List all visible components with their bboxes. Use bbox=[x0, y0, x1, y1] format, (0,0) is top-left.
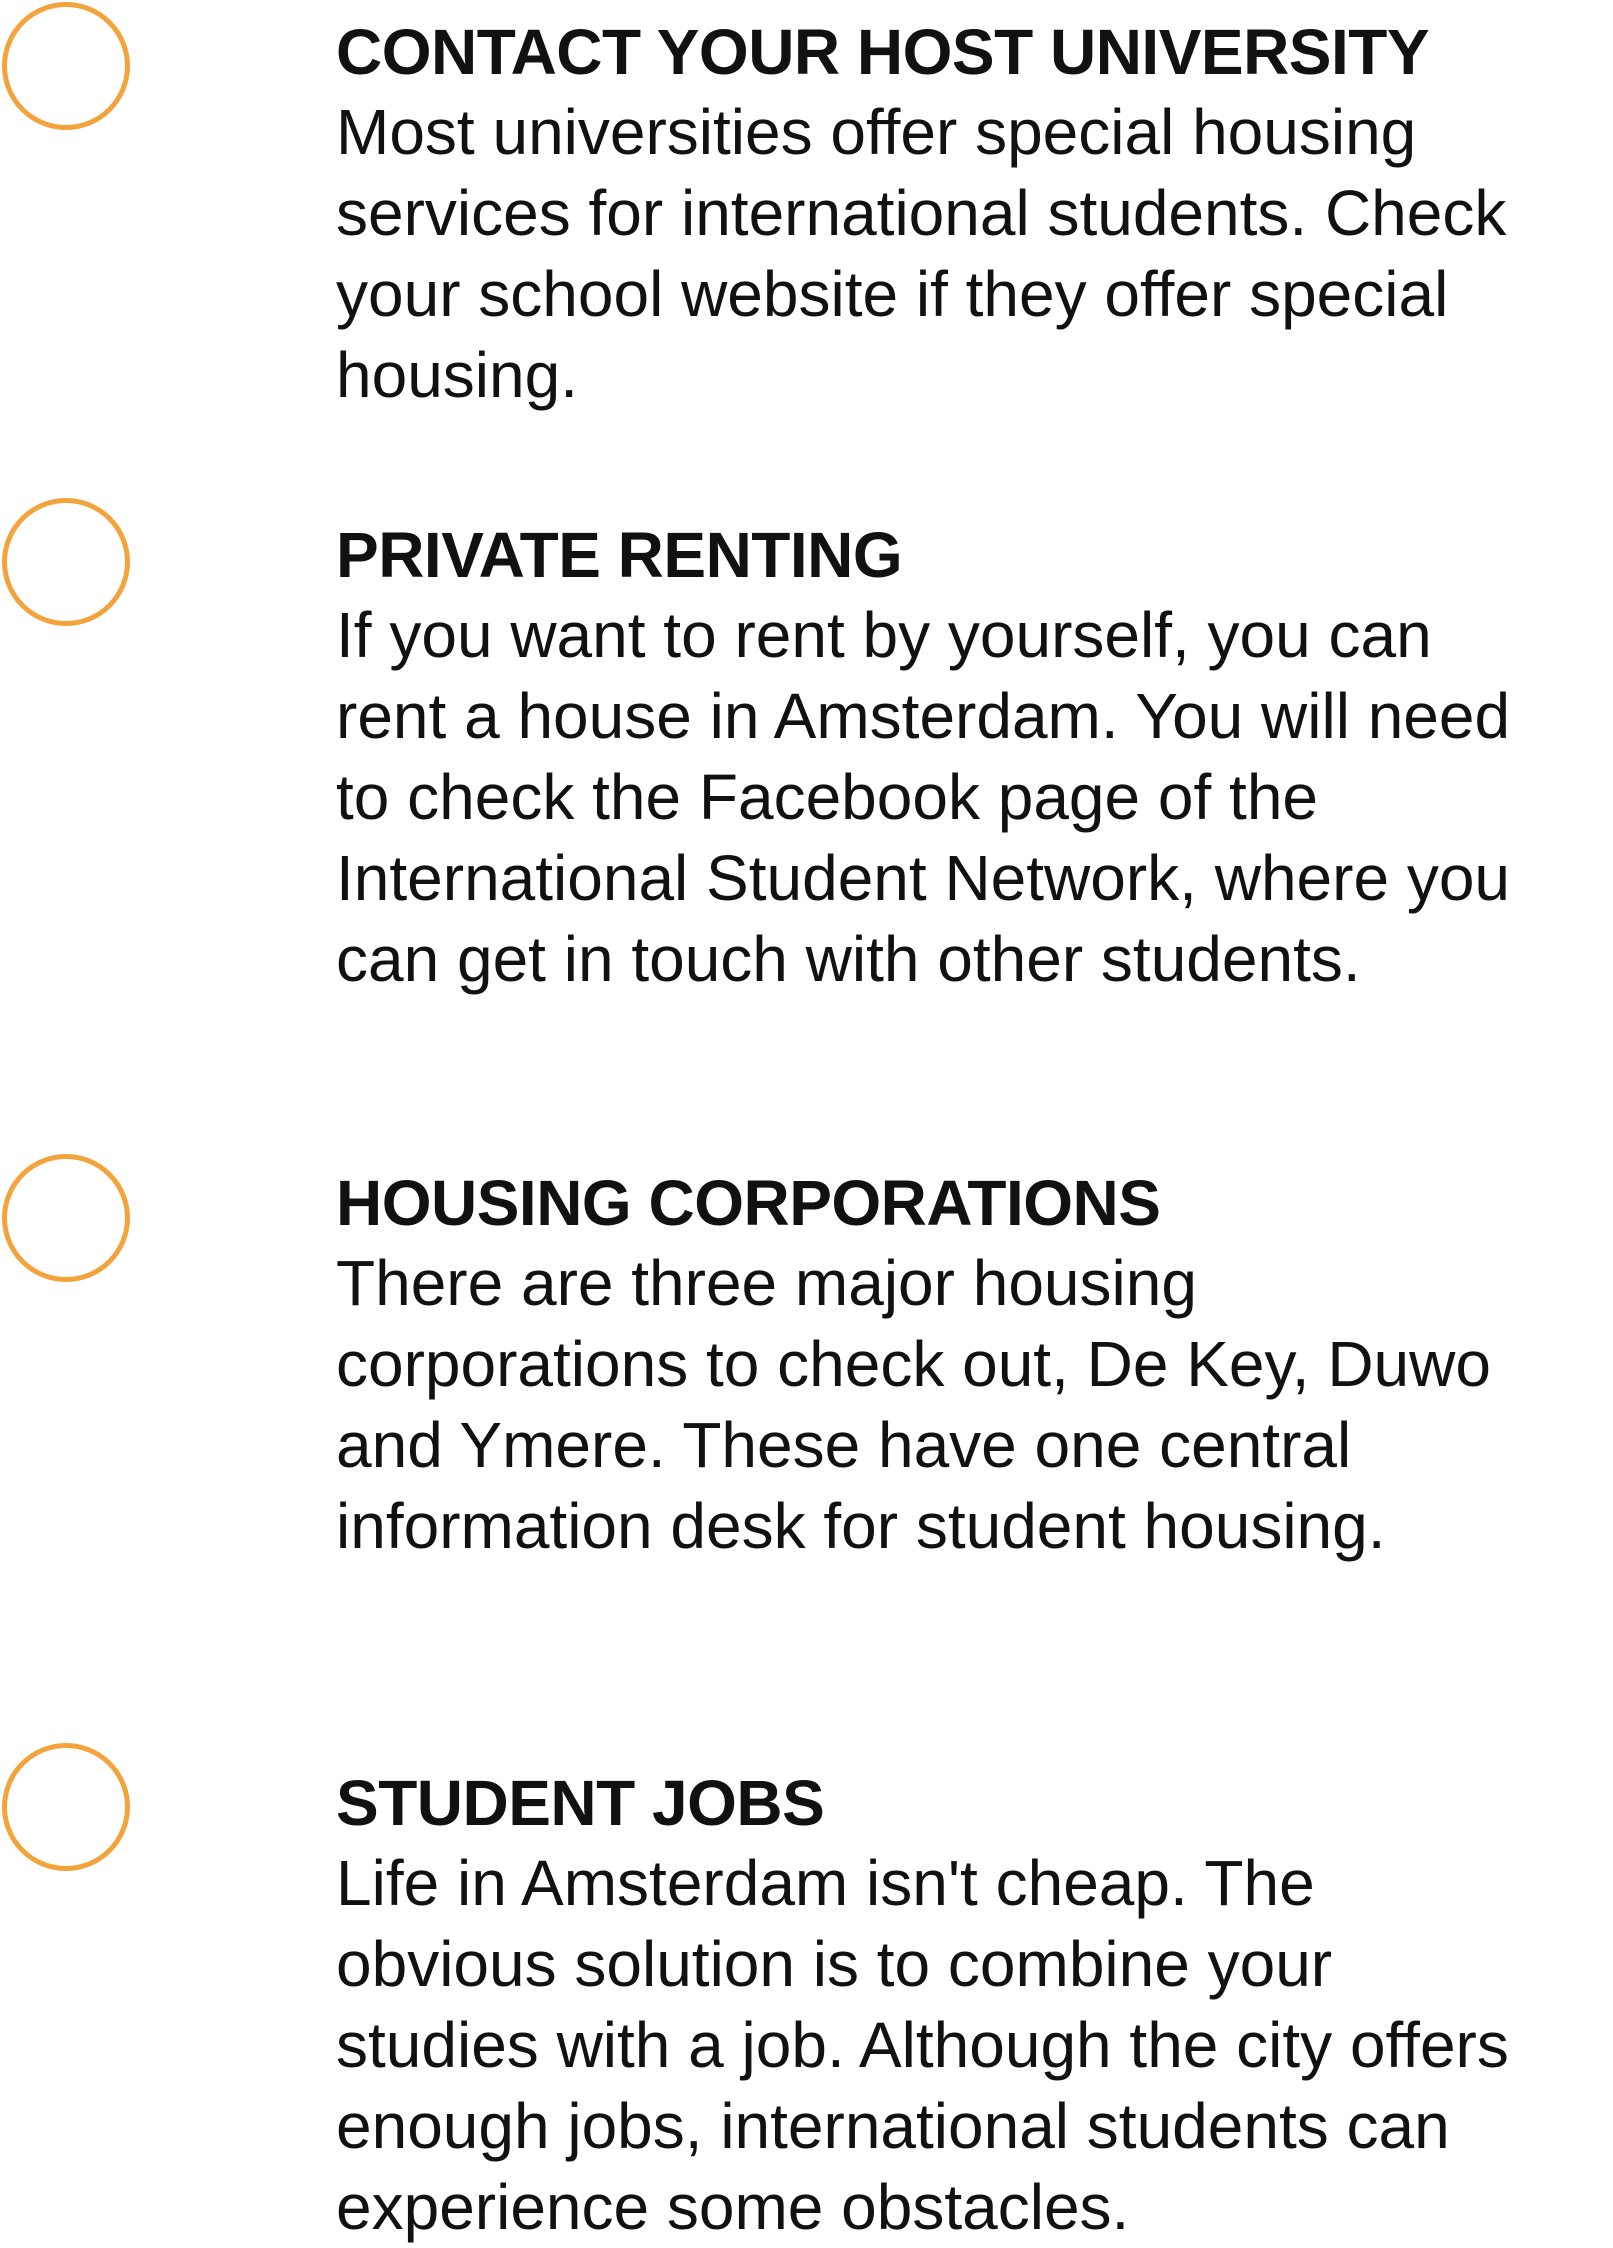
item-text: PRIVATE RENTING If you want to rent by y… bbox=[336, 515, 1613, 1000]
item-text: CONTACT YOUR HOST UNIVERSITY Most univer… bbox=[336, 12, 1613, 416]
item-text: HOUSING CORPORATIONS There are three maj… bbox=[336, 1163, 1613, 1567]
body-line: Life in Amsterdam isn't cheap. The bbox=[336, 1847, 1315, 1919]
circle-icon bbox=[2, 1743, 130, 1871]
item-body: There are three major housing corporatio… bbox=[336, 1243, 1613, 1567]
item-body: If you want to rent by yourself, you can… bbox=[336, 595, 1613, 1000]
body-line: If you want to rent by yourself, you can bbox=[336, 599, 1432, 671]
body-line: can get in touch with other students. bbox=[336, 923, 1361, 995]
circle-icon bbox=[2, 1154, 130, 1282]
item-title: STUDENT JOBS bbox=[336, 1767, 825, 1839]
body-line: enough jobs, international students can bbox=[336, 2090, 1450, 2162]
body-line: services for international students. Che… bbox=[336, 177, 1507, 249]
body-line: to check the Facebook page of the bbox=[336, 761, 1318, 833]
body-line: obvious solution is to combine your bbox=[336, 1928, 1333, 2000]
circle-icon bbox=[2, 498, 130, 626]
body-line: your school website if they offer specia… bbox=[336, 258, 1449, 330]
item-title: HOUSING CORPORATIONS bbox=[336, 1167, 1161, 1239]
body-line: Most universities offer special housing bbox=[336, 96, 1417, 168]
body-line: studies with a job. Although the city of… bbox=[336, 2009, 1509, 2081]
body-line: experience some obstacles. bbox=[336, 2171, 1130, 2243]
item-body: Most universities offer special housing … bbox=[336, 92, 1613, 416]
body-line: and Ymere. These have one central bbox=[336, 1409, 1352, 1481]
item-title: PRIVATE RENTING bbox=[336, 519, 903, 591]
item-body: Life in Amsterdam isn't cheap. The obvio… bbox=[336, 1843, 1613, 2248]
body-line: There are three major housing bbox=[336, 1247, 1197, 1319]
circle-icon bbox=[2, 2, 130, 130]
body-line: housing. bbox=[336, 339, 578, 411]
item-title: CONTACT YOUR HOST UNIVERSITY bbox=[336, 16, 1430, 88]
body-line: rent a house in Amsterdam. You will need bbox=[336, 680, 1511, 752]
item-text: STUDENT JOBS Life in Amsterdam isn't che… bbox=[336, 1763, 1613, 2248]
body-line: corporations to check out, De Key, Duwo bbox=[336, 1328, 1491, 1400]
body-line: information desk for student housing. bbox=[336, 1490, 1386, 1562]
body-line: International Student Network, where you bbox=[336, 842, 1510, 914]
